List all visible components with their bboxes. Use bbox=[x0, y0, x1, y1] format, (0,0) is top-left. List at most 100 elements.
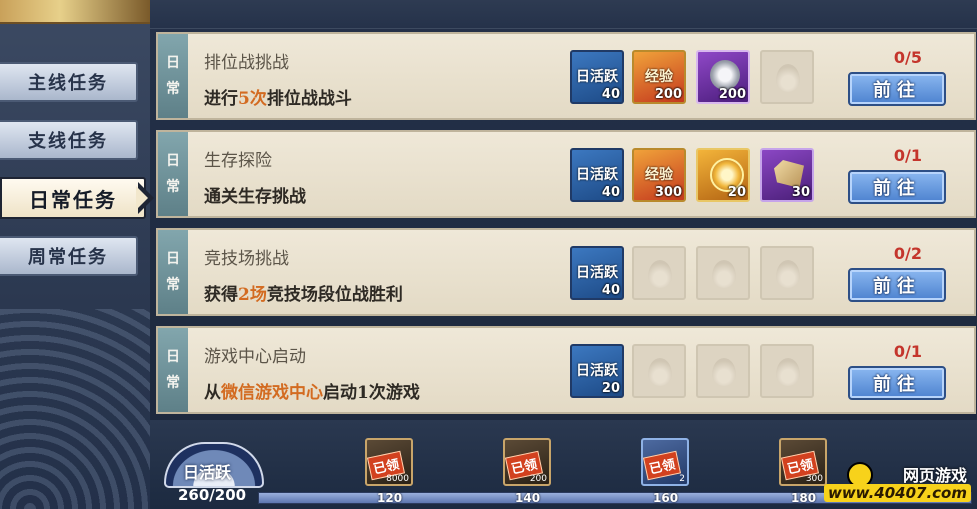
quest-description: 通关生存挑战 bbox=[204, 182, 306, 207]
milestone-chest[interactable]: 已领 8000 bbox=[365, 438, 413, 486]
quest-type-char: 日 bbox=[166, 251, 180, 267]
quest-title: 排位战挑战 bbox=[204, 53, 289, 73]
reward-slot-empty bbox=[632, 246, 686, 300]
reward-qty: 20 bbox=[601, 381, 620, 396]
milestone-chest[interactable]: 已领 200 bbox=[503, 438, 551, 486]
go-button[interactable]: 前往 bbox=[848, 170, 946, 204]
reward-qty: 40 bbox=[601, 185, 620, 200]
quest-type-char: 常 bbox=[166, 277, 180, 293]
chest-amount: 2 bbox=[679, 474, 685, 484]
watermark-url: www.40407.com bbox=[823, 484, 971, 502]
reward-qty: 40 bbox=[601, 283, 620, 298]
quest-row: 日 常 生存探险 通关生存挑战 0/1 前往 日活跃 40 经验 300 20 30 bbox=[156, 130, 976, 218]
tab-side-quest[interactable]: 支线任务 bbox=[0, 120, 138, 160]
tab-label: 日常任务 bbox=[29, 187, 117, 212]
desc-text: 进行 bbox=[204, 89, 238, 109]
reward-qty: 200 bbox=[718, 87, 746, 102]
reward-slot-empty bbox=[760, 50, 814, 104]
quest-row: 日 常 排位战挑战 进行5次排位战战斗 0/5 前往 日活跃 40 经验 200 200 bbox=[156, 32, 976, 120]
quest-description: 进行5次排位战战斗 bbox=[204, 84, 352, 109]
reward-qty: 40 bbox=[601, 87, 620, 102]
reward-slot-empty bbox=[760, 344, 814, 398]
reward-qty: 20 bbox=[727, 185, 746, 200]
go-button-label: 前往 bbox=[873, 80, 921, 101]
reward-item[interactable]: 日活跃 40 bbox=[570, 148, 624, 202]
reward-item[interactable]: 经验 200 bbox=[632, 50, 686, 104]
quest-type-badge: 日 常 bbox=[158, 132, 188, 216]
reward-item[interactable]: 经验 300 bbox=[632, 148, 686, 202]
desc-highlight: 5次 bbox=[238, 89, 267, 109]
activity-icon: 日活跃 bbox=[576, 265, 618, 281]
empty-slot-icon bbox=[776, 64, 800, 92]
exp-icon: 经验 bbox=[645, 167, 673, 183]
go-button-label: 前往 bbox=[873, 276, 921, 297]
milestone-value: 180 bbox=[791, 491, 817, 505]
milestone-value: 140 bbox=[515, 491, 541, 505]
milestone-chest[interactable]: 已领 300 bbox=[779, 438, 827, 486]
empty-slot-icon bbox=[776, 260, 800, 288]
quest-title: 生存探险 bbox=[204, 151, 272, 171]
quest-row: 日 常 竞技场挑战 获得2场竞技场段位战胜利 0/2 前往 日活跃 40 bbox=[156, 228, 976, 316]
reward-item[interactable]: 200 bbox=[696, 50, 750, 104]
activity-icon: 日活跃 bbox=[576, 363, 618, 379]
reward-item[interactable]: 日活跃 40 bbox=[570, 246, 624, 300]
reward-slot-empty bbox=[760, 246, 814, 300]
quest-progress: 0/5 bbox=[893, 48, 922, 67]
quest-type-char: 日 bbox=[166, 153, 180, 169]
go-button-label: 前往 bbox=[873, 374, 921, 395]
milestone-value: 120 bbox=[377, 491, 403, 505]
go-button-label: 前往 bbox=[873, 178, 921, 199]
reward-qty: 300 bbox=[654, 185, 682, 200]
activity-score: 260/200 bbox=[178, 486, 247, 504]
go-button[interactable]: 前往 bbox=[848, 268, 946, 302]
watermark-text: 网页游戏 bbox=[902, 466, 967, 485]
quest-row: 日 常 游戏中心启动 从微信游戏中心启动1次游戏 0/1 前往 日活跃 20 bbox=[156, 326, 976, 414]
reward-slot-empty bbox=[696, 246, 750, 300]
milestone-chest[interactable]: 已领 2 bbox=[641, 438, 689, 486]
go-button[interactable]: 前往 bbox=[848, 72, 946, 106]
desc-highlight: 微信游戏中心 bbox=[221, 383, 323, 403]
empty-slot-icon bbox=[648, 358, 672, 386]
go-button[interactable]: 前往 bbox=[848, 366, 946, 400]
tab-main-quest[interactable]: 主线任务 bbox=[0, 62, 138, 102]
tab-daily-quest[interactable]: 日常任务 bbox=[0, 177, 146, 219]
chest-amount: 8000 bbox=[386, 474, 409, 484]
wave-decoration bbox=[0, 309, 150, 509]
milestone-value: 160 bbox=[653, 491, 679, 505]
quest-progress: 0/1 bbox=[893, 146, 922, 165]
quest-type-char: 常 bbox=[166, 81, 180, 97]
header-ornament bbox=[0, 0, 150, 24]
quest-type-badge: 日 常 bbox=[158, 34, 188, 118]
desc-highlight: 2场 bbox=[238, 285, 267, 305]
reward-qty: 30 bbox=[791, 185, 810, 200]
desc-text: 排位战战斗 bbox=[266, 89, 352, 109]
silver-coin-icon bbox=[710, 60, 740, 90]
quest-title: 游戏中心启动 bbox=[204, 347, 306, 367]
desc-text: 启动1次游戏 bbox=[323, 383, 420, 403]
chest-amount: 300 bbox=[805, 474, 823, 484]
empty-slot-icon bbox=[712, 358, 736, 386]
tab-weekly-quest[interactable]: 周常任务 bbox=[0, 236, 138, 276]
desc-text: 竞技场段位战胜利 bbox=[266, 285, 403, 305]
quest-progress: 0/2 bbox=[893, 244, 922, 263]
activity-label: 日活跃 bbox=[183, 463, 232, 482]
top-strip bbox=[150, 0, 977, 29]
reward-qty: 200 bbox=[654, 87, 682, 102]
reward-item[interactable]: 30 bbox=[760, 148, 814, 202]
empty-slot-icon bbox=[648, 260, 672, 288]
exp-icon: 经验 bbox=[645, 69, 673, 85]
empty-slot-icon bbox=[712, 260, 736, 288]
quest-type-char: 常 bbox=[166, 375, 180, 391]
quest-type-char: 日 bbox=[166, 349, 180, 365]
quest-title: 竞技场挑战 bbox=[204, 249, 289, 269]
tab-label: 周常任务 bbox=[28, 247, 108, 268]
reward-item[interactable]: 日活跃 20 bbox=[570, 344, 624, 398]
claimed-stamp: 已领 bbox=[642, 450, 682, 481]
reward-item[interactable]: 20 bbox=[696, 148, 750, 202]
reward-slot-empty bbox=[632, 344, 686, 398]
ore-icon bbox=[774, 160, 804, 188]
reward-item[interactable]: 日活跃 40 bbox=[570, 50, 624, 104]
tab-label: 主线任务 bbox=[28, 73, 108, 94]
quest-type-badge: 日 常 bbox=[158, 328, 188, 412]
quest-description: 从微信游戏中心启动1次游戏 bbox=[204, 378, 420, 403]
